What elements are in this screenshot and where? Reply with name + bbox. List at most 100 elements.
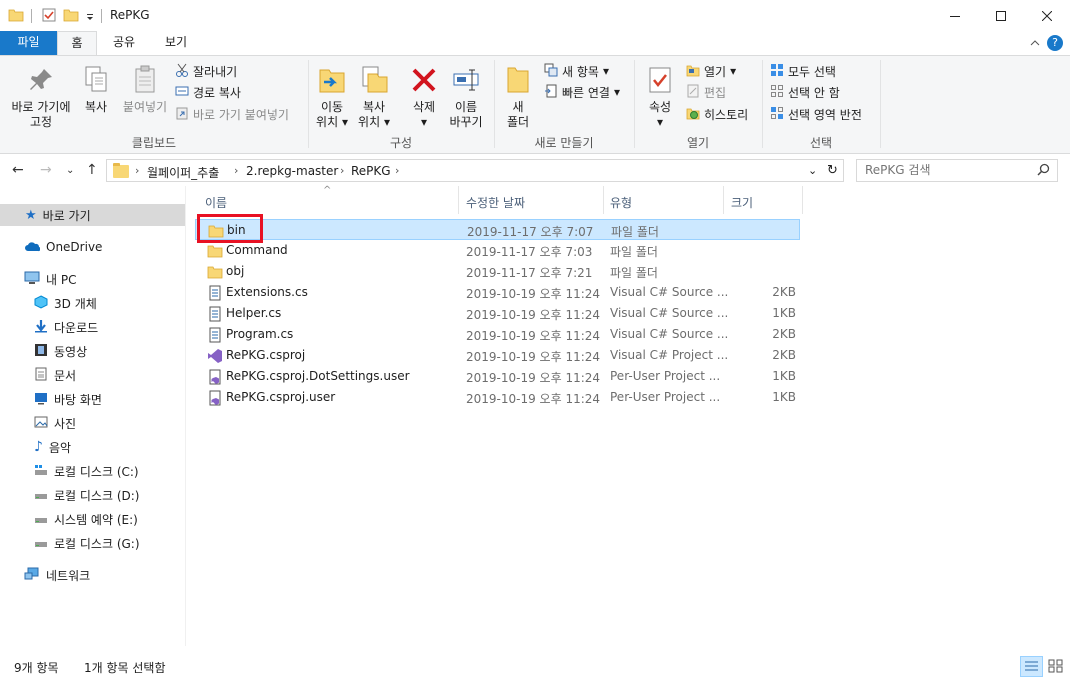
nav-desktop[interactable]: 바탕 화면 [34,388,102,410]
select-all-button[interactable]: 모두 선택 [770,62,836,80]
nav-drive-e[interactable]: 시스템 예약 (E:) [34,508,138,530]
search-input[interactable] [865,163,1035,177]
refresh-icon[interactable]: ↻ [827,163,838,178]
column-header-size[interactable]: 크기 [731,190,753,216]
drive-icon [34,511,48,528]
edit-icon [686,84,700,101]
nav-this-pc[interactable]: 내 PC [24,268,76,290]
navigation-pane-scrollbar[interactable] [185,186,186,646]
breadcrumb-separator[interactable]: › [234,164,238,177]
rename-button[interactable]: 이름 바꾸기 [446,64,486,130]
cut-button[interactable]: 잘라내기 [175,62,237,80]
easy-access-button[interactable]: 빠른 연결 ▾ [544,83,620,101]
tab-file[interactable]: 파일 [0,31,57,55]
nav-quick-access[interactable]: ★ 바로 가기 [0,204,185,226]
tab-view[interactable]: 보기 [152,31,200,55]
nav-network[interactable]: 네트워크 [24,564,90,586]
copy-to-label-1: 복사 [362,100,386,114]
minimize-button[interactable] [932,0,978,31]
breadcrumb-separator[interactable]: › [135,164,139,177]
nav-drive-d[interactable]: 로컬 디스크 (D:) [34,484,139,506]
desktop-icon [34,391,48,408]
new-folder-quick-icon[interactable] [63,7,79,23]
address-bar[interactable]: › 월페이퍼_추출 › 2.repkg-master › RePKG › ⌄ ↻ [106,159,844,182]
recent-locations-chevron-icon[interactable]: ⌄ [66,165,74,176]
file-row[interactable]: RePKG.csproj.user 2019-10-19 오후 11:24 Per-… [195,387,800,408]
column-header-type[interactable]: 유형 [610,190,632,216]
column-header-date[interactable]: 수정한 날짜 [466,190,525,216]
delete-button[interactable]: 삭제 ▾ [406,64,442,130]
large-icons-view-button[interactable] [1045,656,1067,677]
file-row[interactable]: Helper.cs 2019-10-19 오후 11:24 Visual C# So… [195,303,800,324]
forward-arrow-icon[interactable]: → [40,162,52,178]
nav-music[interactable]: ♪ 음악 [34,436,71,458]
select-none-button[interactable]: 선택 안 함 [770,83,840,101]
file-row[interactable]: obj 2019-11-17 오후 7:21 파일 폴더 [195,261,800,282]
invert-selection-button[interactable]: 선택 영역 반전 [770,105,862,123]
back-arrow-icon[interactable]: ← [12,162,24,178]
file-row[interactable]: RePKG.csproj 2019-10-19 오후 11:24 Visual C#… [195,345,800,366]
nav-onedrive[interactable]: OneDrive [24,236,102,258]
move-to-button[interactable]: 이동 위치 ▾ [314,64,350,130]
details-view-button[interactable] [1020,656,1043,677]
nav-drive-c[interactable]: 로컬 디스크 (C:) [34,460,139,482]
drive-icon [34,487,48,504]
breadcrumb-separator[interactable]: › [395,164,399,177]
sort-ascending-icon: ^ [323,185,332,196]
star-icon: ★ [25,207,37,223]
file-row[interactable]: Program.cs 2019-10-19 오후 11:24 Visual C# S… [195,324,800,345]
copy-button[interactable]: 복사 [78,64,114,115]
copy-path-button[interactable]: 경로 복사 [175,83,241,101]
breadcrumb-item[interactable]: 2.repkg-master [246,164,338,178]
breadcrumb-separator[interactable]: › [340,164,344,177]
new-item-button[interactable]: 새 항목 ▾ [544,62,609,80]
column-header-name[interactable]: 이름 [205,190,227,216]
file-row[interactable]: Extensions.cs 2019-10-19 오후 11:24 Visual C… [195,282,800,303]
nav-3d-objects[interactable]: 3D 개체 [34,292,97,314]
breadcrumb-item[interactable]: RePKG [351,164,391,178]
nav-documents[interactable]: 문서 [34,364,76,386]
address-dropdown-icon[interactable]: ⌄ [808,164,817,177]
breadcrumb-item[interactable]: 월페이퍼_추출 [147,164,219,181]
pin-to-quick-access-button[interactable]: 바로 가기에 고정 [6,64,76,130]
file-type: Per-User Project ... [610,390,721,404]
file-name: RePKG.csproj [226,348,306,362]
help-icon[interactable]: ? [1047,35,1063,51]
nav-pictures[interactable]: 사진 [34,412,76,434]
collapse-ribbon-icon[interactable] [1030,37,1040,51]
open-button[interactable]: 열기 ▾ [686,62,736,80]
nav-videos[interactable]: 동영상 [34,340,87,362]
customize-quick-access-icon[interactable] [85,7,95,23]
open-label: 열기 [704,64,727,79]
new-folder-button[interactable]: 새 폴더 [502,64,534,130]
nav-drive-g[interactable]: 로컬 디스크 (G:) [34,532,140,554]
tab-share[interactable]: 공유 [100,31,148,55]
copy-to-button[interactable]: 복사 위치 ▾ [356,64,392,130]
paste-button[interactable]: 붙여넣기 [118,64,172,115]
edit-button[interactable]: 편집 [686,83,726,101]
column-divider[interactable] [723,186,724,214]
file-row[interactable]: RePKG.csproj.DotSettings.user 2019-10-19 … [195,366,800,387]
red-highlight-box [197,214,263,243]
column-divider[interactable] [603,186,604,214]
tab-home[interactable]: 홈 [57,31,97,55]
properties-button[interactable]: 속성 ▾ [642,64,678,130]
close-button[interactable] [1024,0,1070,31]
search-icon[interactable] [1037,163,1050,179]
column-divider[interactable] [458,186,459,214]
file-row[interactable]: Command 2019-11-17 오후 7:03 파일 폴더 [195,240,800,261]
file-date: 2019-10-19 오후 11:24 [466,287,601,301]
group-label-organize: 구성 [389,136,413,150]
search-box[interactable] [856,159,1058,182]
paste-shortcut-button[interactable]: 바로 가기 붙여넣기 [175,105,289,123]
up-arrow-icon[interactable]: ↑ [86,162,98,178]
file-date: 2019-11-17 오후 7:21 [466,266,593,280]
maximize-button[interactable] [978,0,1024,31]
file-type: 파일 폴더 [610,245,658,259]
file-row[interactable]: bin 2019-11-17 오후 7:07 파일 폴더 [195,219,800,240]
new-item-label: 새 항목 [562,64,599,79]
column-divider[interactable] [802,186,803,214]
properties-quick-icon[interactable] [41,7,57,23]
history-button[interactable]: 히스토리 [686,105,748,123]
nav-downloads[interactable]: 다운로드 [34,316,98,338]
